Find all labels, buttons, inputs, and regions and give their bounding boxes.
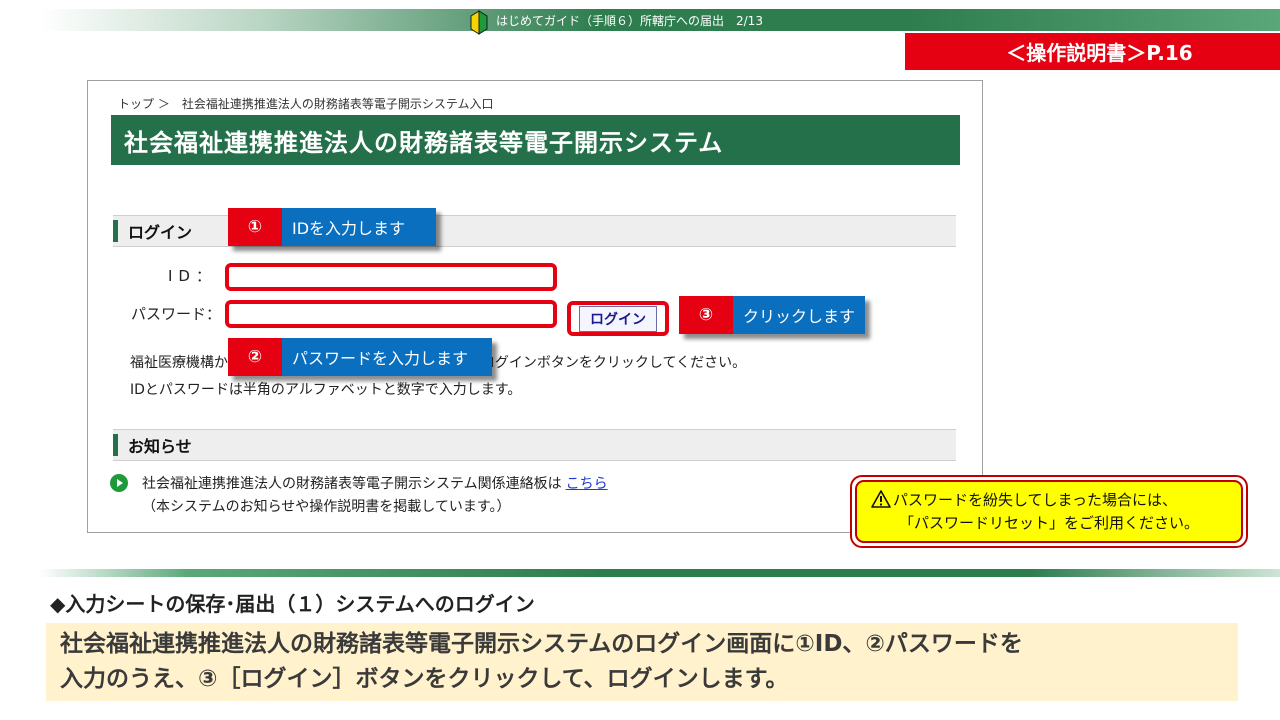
section-divider (40, 569, 1280, 577)
notice-text: 社会福祉連携推進法人の財務諸表等電子開示システム関係連絡板は こちら （本システム… (142, 473, 608, 519)
warning-text-line2: 「パスワードリセット」をご利用ください。 (899, 513, 1200, 532)
notice-line2: （本システムのお知らせや操作説明書を掲載しています。） (142, 499, 511, 515)
callout-step2-text: パスワードを入力します (282, 338, 492, 376)
notice-item: 社会福祉連携推進法人の財務諸表等電子開示システム関係連絡板は こちら （本システム… (110, 473, 608, 519)
warning-line1: パスワードを紛失してしまった場合には、 (871, 489, 1241, 512)
section-bar (113, 434, 118, 456)
banner-title: はじめてガイド（手順６）所轄庁への届出 2/13 (496, 13, 763, 28)
callout-step1-text: IDを入力します (282, 208, 436, 246)
password-warning-box: パスワードを紛失してしまった場合には、 「パスワードリセット」をご利用ください。 (850, 475, 1248, 548)
section-bar (113, 220, 118, 242)
callout-step1: ① IDを入力します (228, 208, 436, 246)
callout-step3: ③ クリックします (679, 296, 865, 334)
help-text-line2: IDとパスワードは半角のアルファベットと数字で入力します。 (130, 382, 522, 398)
callout-step3-number: ③ (679, 296, 733, 334)
login-section-label: ログイン (128, 223, 193, 242)
notice-line1: 社会福祉連携推進法人の財務諸表等電子開示システム関係連絡板は (142, 476, 562, 492)
description-box: 社会福祉連携推進法人の財務諸表等電子開示システムのログイン画面に①ID、②パスワ… (46, 623, 1238, 701)
callout-step2-number: ② (228, 338, 282, 376)
callout-step2: ② パスワードを入力します (228, 338, 492, 376)
password-input[interactable] (225, 300, 557, 328)
breadcrumb[interactable]: トップ ＞ 社会福祉連携推進法人の財務諸表等電子開示システム入口 (118, 95, 493, 112)
manual-reference-tag: ＜操作説明書＞P.16 (905, 33, 1280, 70)
password-label: パスワード： (131, 305, 222, 323)
login-button[interactable]: ログイン (567, 301, 669, 336)
callout-step1-number: ① (228, 208, 282, 246)
notice-section-header: お知らせ (113, 429, 956, 461)
id-label: ID： (168, 267, 217, 285)
id-input[interactable] (225, 263, 557, 291)
warning-text-line1: パスワードを紛失してしまった場合には、 (893, 490, 1177, 509)
section-title: ◆入力シートの保存･届出（１）システムへのログイン (50, 592, 535, 616)
password-warning-inner: パスワードを紛失してしまった場合には、 「パスワードリセット」をご利用ください。 (855, 480, 1243, 543)
top-banner: はじめてガイド（手順６）所轄庁への届出 2/13 (40, 9, 1280, 35)
play-bullet-icon (110, 474, 128, 492)
description-line1: 社会福祉連携推進法人の財務諸表等電子開示システムのログイン画面に①ID、②パスワ… (60, 631, 1023, 657)
beginner-mark-icon (470, 9, 488, 35)
banner-content: はじめてガイド（手順６）所轄庁への届出 2/13 (470, 9, 763, 35)
notice-link[interactable]: こちら (566, 476, 608, 492)
warning-icon (871, 489, 891, 508)
notice-section-label: お知らせ (128, 437, 192, 456)
description-line2: 入力のうえ、③［ログイン］ボタンをクリックして、ログインします。 (60, 666, 789, 692)
login-button-label: ログイン (579, 305, 657, 332)
system-title: 社会福祉連携推進法人の財務諸表等電子開示システム (111, 115, 960, 165)
callout-step3-text: クリックします (733, 296, 865, 334)
